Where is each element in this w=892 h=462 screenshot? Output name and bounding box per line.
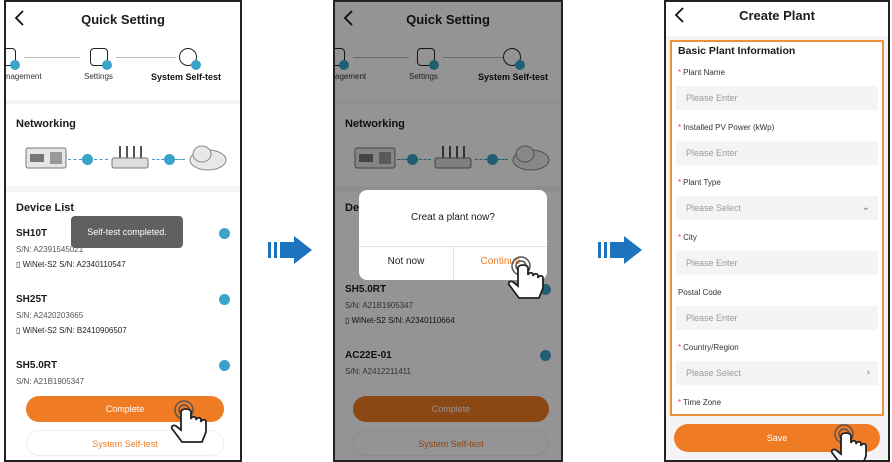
networking-panel: Networking — [6, 104, 240, 186]
field-label-time-zone: * Time Zone — [678, 398, 722, 407]
section-title: Basic Plant Information — [678, 45, 796, 57]
connected-icon — [82, 154, 93, 165]
page-title: Create Plant — [739, 8, 815, 23]
screen-quick-setting-complete: Quick Setting nagement Settings System S… — [4, 0, 242, 462]
check-icon — [191, 60, 201, 70]
device-wifi: ▯ WiNet-S2 S/N: A2340110547 — [16, 260, 230, 269]
toast-message: Self-test completed. — [71, 216, 183, 248]
plant-type-select[interactable]: Please Select ⌄ — [676, 196, 878, 220]
device-name: SH5.0RT — [16, 360, 58, 371]
field-label-plant-name: * Plant Name — [678, 68, 725, 77]
router-icon — [111, 146, 149, 169]
chevron-right-icon: › — [866, 367, 870, 378]
management-step-icon — [6, 48, 20, 70]
plant-name-input[interactable]: Please Enter — [676, 86, 878, 110]
page-title: Quick Setting — [81, 12, 165, 27]
not-now-button[interactable]: Not now — [359, 256, 453, 267]
step-label-settings: Settings — [84, 72, 113, 81]
chevron-down-icon: ⌄ — [861, 202, 870, 213]
wifi-module-text: WiNet-S2 S/N: B2410906507 — [22, 326, 127, 335]
dialog-question: Creat a plant now? — [411, 212, 495, 223]
field-label-city: * City — [678, 233, 697, 242]
field-label-postal-code: Postal Code — [678, 288, 722, 297]
field-label-pv-power: * Installed PV Power (kWp) — [678, 123, 775, 132]
wifi-module-icon: ▯ — [16, 326, 23, 335]
pointing-hand-icon — [170, 400, 207, 443]
field-label-country: * Country/Region — [678, 343, 739, 352]
check-icon — [219, 360, 230, 371]
city-input[interactable]: Please Enter — [676, 251, 878, 275]
cloud-icon — [189, 145, 227, 171]
device-sn: S/N: A2420203665 — [16, 311, 84, 320]
field-label-plant-type: * Plant Type — [678, 178, 721, 187]
step-indicator: nagement Settings System Self-test — [6, 40, 240, 100]
check-icon — [219, 294, 230, 305]
step-label-management: nagement — [6, 72, 42, 81]
country-select[interactable]: Please Select › — [676, 361, 878, 385]
connected-icon — [164, 154, 175, 165]
pointing-hand-icon — [507, 256, 544, 299]
pointing-hand-icon — [830, 424, 867, 460]
device-item[interactable]: SH5.0RT S/N: A21B1905347 — [16, 360, 230, 386]
device-wifi: ▯ WiNet-S2 S/N: B2410906507 — [16, 326, 230, 335]
device-item[interactable]: SH25T S/N: A2420203665 ▯ WiNet-S2 S/N: B… — [16, 294, 230, 335]
networking-label: Networking — [16, 118, 76, 130]
device-name: SH25T — [16, 294, 48, 305]
check-icon — [102, 60, 112, 70]
arrow-right-icon — [598, 236, 642, 264]
postal-code-input[interactable]: Please Enter — [676, 306, 878, 330]
screen-quick-setting-dialog: Quick Setting agement Settings System Se… — [333, 0, 563, 462]
check-icon — [219, 228, 230, 239]
pv-power-input[interactable]: Please Enter — [676, 141, 878, 165]
arrow-right-icon — [268, 236, 312, 264]
check-icon — [10, 60, 20, 70]
plant-info-form: Basic Plant Information * Plant Name Plea… — [670, 40, 884, 416]
device-sn: S/N: A21B1905347 — [16, 377, 85, 386]
wifi-module-icon: ▯ — [16, 260, 23, 269]
header: Create Plant — [666, 2, 888, 36]
step-connector — [116, 57, 176, 58]
self-test-step-icon — [179, 48, 201, 70]
inverter-icon — [25, 147, 67, 169]
header: Quick Setting — [6, 2, 240, 40]
screen-create-plant: Create Plant Basic Plant Information * Pl… — [664, 0, 890, 462]
wifi-module-text: WiNet-S2 S/N: A2340110547 — [22, 260, 126, 269]
step-connector — [24, 57, 80, 58]
device-list-label: Device List — [16, 202, 75, 214]
step-label-self-test: System Self-test — [151, 72, 222, 82]
settings-step-icon — [90, 48, 112, 70]
